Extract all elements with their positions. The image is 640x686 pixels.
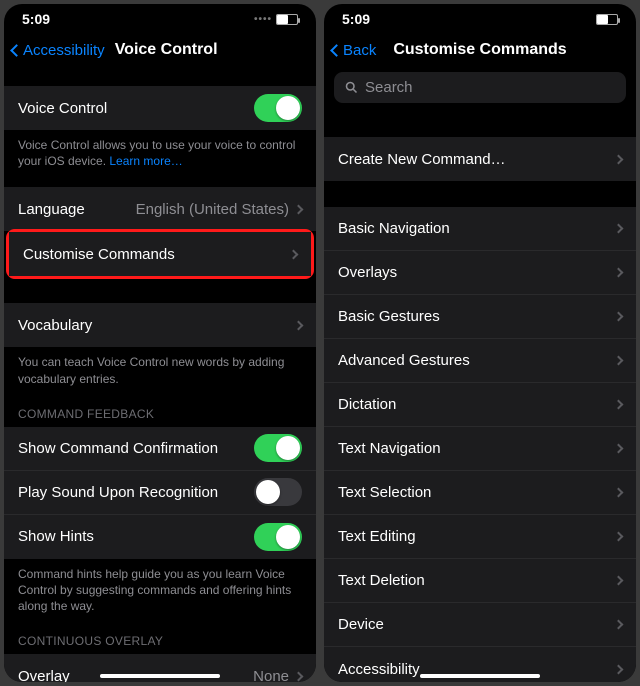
- toggle-show-hints[interactable]: [254, 523, 302, 551]
- row-label: Language: [18, 201, 136, 218]
- chevron-right-icon: [614, 576, 624, 586]
- chevron-right-icon: [614, 620, 624, 630]
- row-category[interactable]: Text Navigation: [324, 427, 636, 471]
- header-command-feedback: Command Feedback: [4, 391, 316, 427]
- row-voice-control-toggle[interactable]: Voice Control: [4, 86, 316, 130]
- page-title: Customise Commands: [324, 41, 636, 59]
- home-indicator[interactable]: [420, 674, 540, 678]
- search-icon: [344, 80, 359, 95]
- page-title: Voice Control: [115, 41, 218, 59]
- row-value: English (United States): [136, 201, 289, 218]
- scroll-area[interactable]: Voice Control Voice Control allows you t…: [4, 72, 316, 682]
- row-label: Text Editing: [338, 528, 615, 545]
- chevron-right-icon: [294, 671, 304, 681]
- row-vocabulary[interactable]: Vocabulary: [4, 303, 316, 347]
- learn-more-link[interactable]: Learn more…: [109, 154, 182, 168]
- row-label: Overlays: [338, 264, 615, 281]
- chevron-left-icon: [10, 44, 23, 57]
- status-right: [596, 14, 618, 25]
- row-label: Create New Command…: [338, 151, 615, 168]
- nav-bar: Accessibility Voice Control: [4, 30, 316, 72]
- chevron-right-icon: [614, 154, 624, 164]
- battery-icon: [276, 14, 298, 25]
- row-label: Play Sound Upon Recognition: [18, 484, 254, 501]
- chevron-right-icon: [614, 664, 624, 674]
- row-label: Dictation: [338, 396, 615, 413]
- toggle-play-sound[interactable]: [254, 478, 302, 506]
- status-bar: 5:09 ••••: [4, 4, 316, 30]
- row-label: Advanced Gestures: [338, 352, 615, 369]
- row-label: Text Deletion: [338, 572, 615, 589]
- search-input[interactable]: [365, 79, 616, 96]
- chevron-right-icon: [614, 224, 624, 234]
- row-label: Device: [338, 616, 615, 633]
- row-label: Voice Control: [18, 100, 254, 117]
- status-bar: 5:09: [324, 4, 636, 30]
- row-category[interactable]: Text Deletion: [324, 559, 636, 603]
- home-indicator[interactable]: [100, 674, 220, 678]
- row-value: None: [253, 668, 289, 682]
- phone-customise-commands: 5:09 Back Customise Commands Create New …: [324, 4, 636, 682]
- row-category[interactable]: Basic Navigation: [324, 207, 636, 251]
- clock: 5:09: [22, 11, 50, 27]
- row-category[interactable]: Advanced Gestures: [324, 339, 636, 383]
- row-label: Show Command Confirmation: [18, 440, 254, 457]
- chevron-right-icon: [614, 488, 624, 498]
- row-language[interactable]: Language English (United States): [4, 187, 316, 231]
- row-label: Text Selection: [338, 484, 615, 501]
- chevron-right-icon: [614, 356, 624, 366]
- footer-hints: Command hints help guide you as you lear…: [4, 559, 316, 619]
- chevron-right-icon: [289, 249, 299, 259]
- row-show-hints[interactable]: Show Hints: [4, 515, 316, 559]
- row-label: Show Hints: [18, 528, 254, 545]
- chevron-right-icon: [294, 320, 304, 330]
- status-right: ••••: [254, 14, 298, 25]
- row-show-confirmation[interactable]: Show Command Confirmation: [4, 427, 316, 471]
- chevron-right-icon: [614, 268, 624, 278]
- row-category[interactable]: Overlays: [324, 251, 636, 295]
- chevron-right-icon: [614, 312, 624, 322]
- phone-voice-control: 5:09 •••• Accessibility Voice Control Vo…: [4, 4, 316, 682]
- chevron-right-icon: [614, 400, 624, 410]
- categories-group: Basic Navigation Overlays Basic Gestures Ad…: [324, 207, 636, 682]
- toggle-voice-control[interactable]: [254, 94, 302, 122]
- header-continuous-overlay: Continuous Overlay: [4, 618, 316, 654]
- nav-bar: Back Customise Commands: [324, 30, 636, 72]
- scroll-area[interactable]: Create New Command… Basic Navigation Over…: [324, 111, 636, 682]
- row-category[interactable]: Device: [324, 603, 636, 647]
- row-customise-commands[interactable]: Customise Commands: [9, 232, 311, 276]
- chevron-right-icon: [294, 204, 304, 214]
- row-label: Vocabulary: [18, 317, 295, 334]
- row-label: Customise Commands: [23, 246, 290, 263]
- search-field[interactable]: [334, 72, 626, 103]
- row-label: Basic Navigation: [338, 220, 615, 237]
- row-label: Basic Gestures: [338, 308, 615, 325]
- clock: 5:09: [342, 11, 370, 27]
- footer-vocabulary: You can teach Voice Control new words by…: [4, 347, 316, 390]
- row-label: Text Navigation: [338, 440, 615, 457]
- row-category[interactable]: Dictation: [324, 383, 636, 427]
- back-label: Accessibility: [23, 42, 105, 59]
- signal-dots-icon: ••••: [254, 14, 272, 25]
- footer-voice-control: Voice Control allows you to use your voi…: [4, 130, 316, 173]
- row-create-new-command[interactable]: Create New Command…: [324, 137, 636, 181]
- battery-icon: [596, 14, 618, 25]
- chevron-right-icon: [614, 444, 624, 454]
- row-category[interactable]: Text Selection: [324, 471, 636, 515]
- row-play-sound[interactable]: Play Sound Upon Recognition: [4, 471, 316, 515]
- row-category[interactable]: Text Editing: [324, 515, 636, 559]
- chevron-right-icon: [614, 532, 624, 542]
- back-button[interactable]: Accessibility: [12, 42, 105, 59]
- highlight-customise: Customise Commands: [6, 229, 314, 279]
- row-category[interactable]: Basic Gestures: [324, 295, 636, 339]
- toggle-show-confirmation[interactable]: [254, 434, 302, 462]
